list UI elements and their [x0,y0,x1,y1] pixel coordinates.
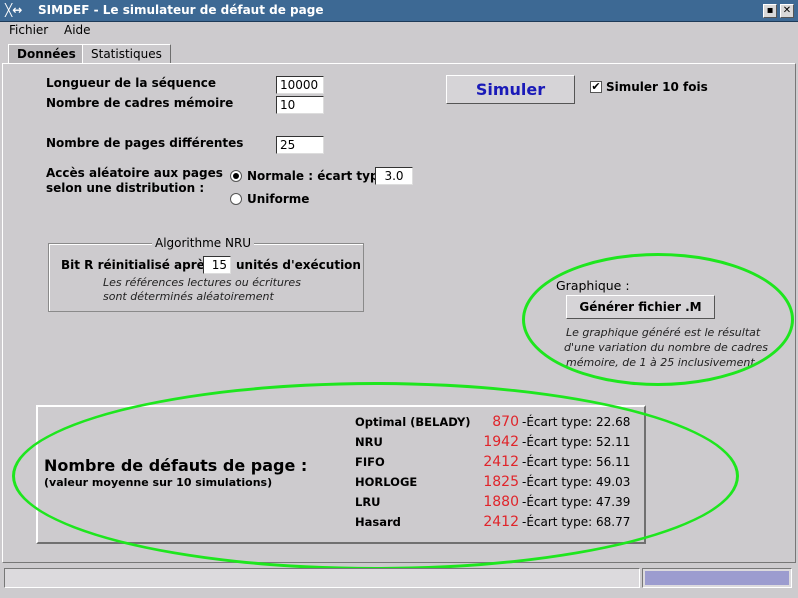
radio-normale[interactable] [230,170,242,182]
radio-uniforme[interactable] [230,193,242,205]
window-title: SIMDEF - Le simulateur de défaut de page [38,3,324,17]
progress-bar-fill [645,571,789,585]
generate-m-file-button[interactable]: Générer fichier .M [566,295,715,319]
std-dev-input[interactable]: 3.0 [375,167,413,185]
frames-input[interactable]: 10 [276,96,324,114]
title-bar[interactable]: ╳↔ SIMDEF - Le simulateur de défaut de p… [0,0,798,22]
nru-reset-input[interactable]: 15 [203,256,231,274]
radio-uniforme-label: Uniforme [247,192,310,206]
sequence-length-label: Longueur de la séquence [46,76,216,90]
simulate-10-label: Simuler 10 fois [606,80,708,94]
result-sd-horloge: -Écart type: 49.03 [522,475,631,489]
pages-label: Nombre de pages différentes [46,136,244,150]
access-label-line1: Accès aléatoire aux pages [46,166,223,180]
nru-group-title: Algorithme NRU [152,236,255,250]
result-value-hasard: 2412 [483,514,519,530]
result-value-nru: 1942 [483,434,519,450]
menu-bar: Fichier Aide [0,22,798,40]
result-sd-optimal: -Écart type: 22.68 [522,415,631,429]
graph-title: Graphique : [556,278,630,293]
access-label-line2: selon une distribution : [46,181,205,195]
minimize-icon[interactable]: ▪ [763,4,777,18]
tab-statistiques[interactable]: Statistiques [82,44,171,64]
result-name-horloge: HORLOGE [355,475,418,489]
simulate-10-checkbox[interactable]: ✔ [590,81,602,93]
close-icon[interactable]: ✕ [780,4,794,18]
result-name-hasard: Hasard [355,515,401,529]
progress-bar [642,568,792,588]
menu-aide[interactable]: Aide [64,23,91,37]
result-value-lru: 1880 [483,494,519,510]
result-name-lru: LRU [355,495,381,509]
nru-reset-prefix: Bit R réinitialisé après [61,258,212,272]
menu-fichier[interactable]: Fichier [9,23,48,37]
result-sd-fifo: -Écart type: 56.11 [522,455,631,469]
graph-note-line2: d'une variation du nombre de cadres [564,341,769,354]
result-value-fifo: 2412 [483,454,519,470]
nru-reset-suffix: unités d'exécution [236,258,361,272]
result-value-horloge: 1825 [483,474,519,490]
graph-note-line1: Le graphique généré est le résultat [566,326,761,339]
result-name-nru: NRU [355,435,383,449]
nru-note-line2: sont déterminés aléatoirement [103,290,274,303]
result-name-optimal: Optimal (BELADY) [355,415,471,429]
radio-normale-label: Normale : écart type [247,169,387,183]
pages-input[interactable]: 25 [276,136,324,154]
result-value-optimal: 870 [492,414,519,430]
result-name-fifo: FIFO [355,455,385,469]
result-sd-lru: -Écart type: 47.39 [522,495,631,509]
results-heading: Nombre de défauts de page : [44,456,308,475]
frames-label: Nombre de cadres mémoire [46,96,234,110]
result-sd-hasard: -Écart type: 68.77 [522,515,631,529]
tab-donnees[interactable]: Données [8,44,85,64]
simulate-button[interactable]: Simuler [446,75,575,104]
app-icon: ╳↔ [5,3,23,17]
status-bar [4,568,640,588]
nru-note-line1: Les références lectures ou écritures [103,276,301,289]
graph-note-line3: mémoire, de 1 à 25 inclusivement [566,356,755,369]
results-subheading: (valeur moyenne sur 10 simulations) [44,476,273,489]
sequence-length-input[interactable]: 10000 [276,76,324,94]
result-sd-nru: -Écart type: 52.11 [522,435,631,449]
